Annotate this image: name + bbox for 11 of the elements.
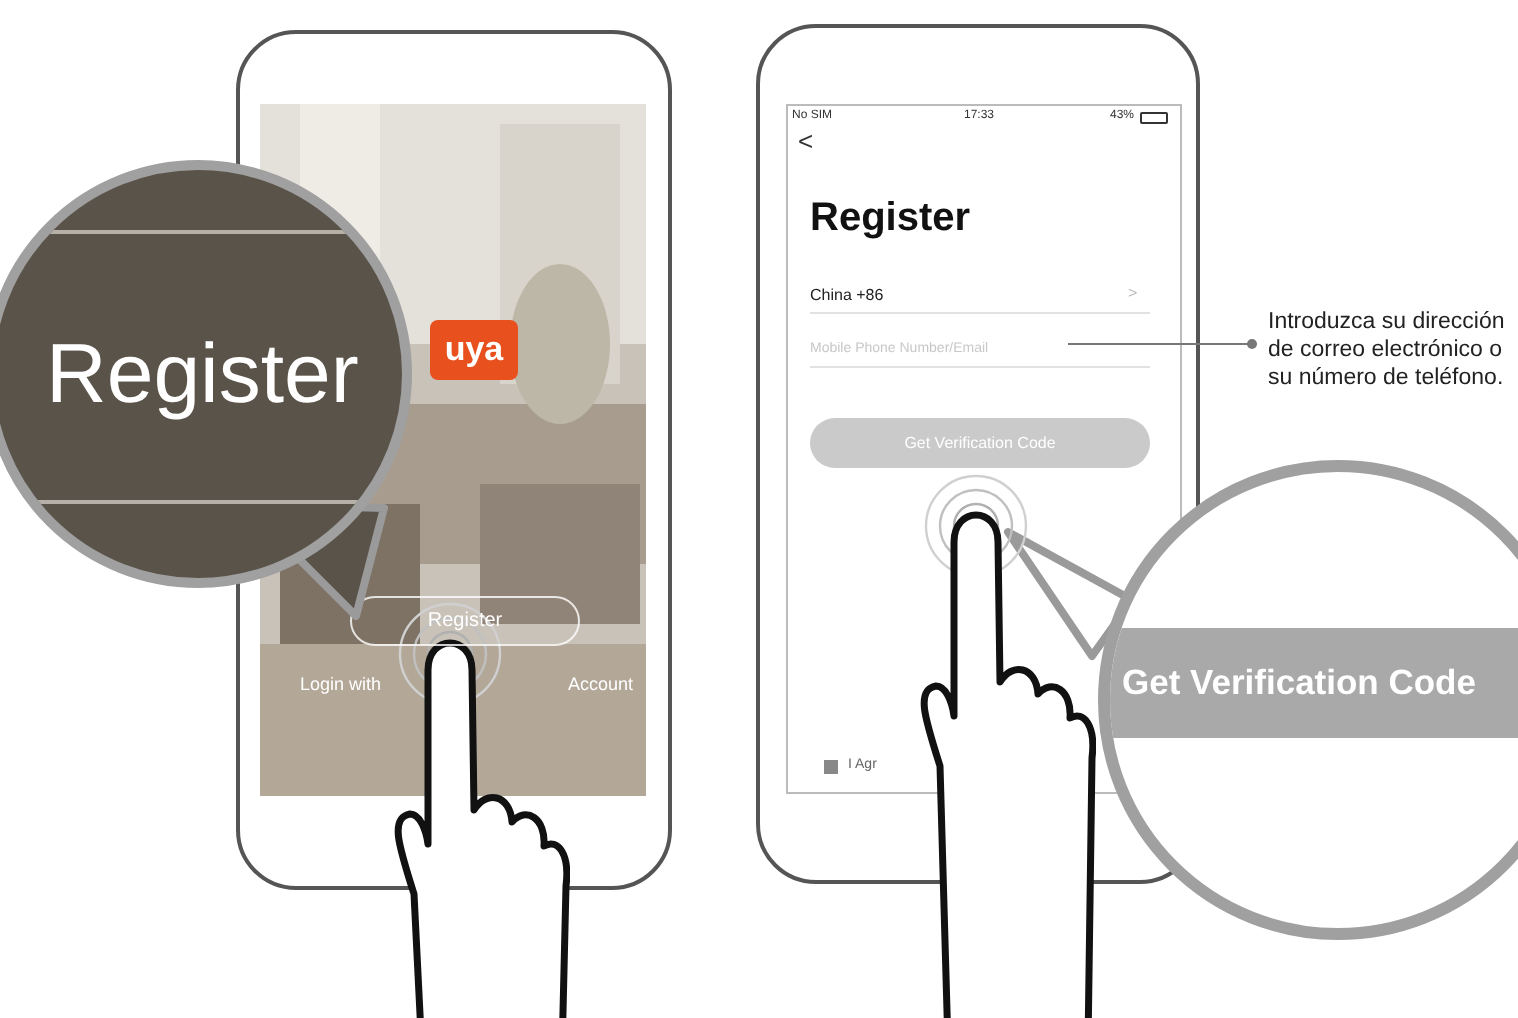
page-title: Register: [810, 198, 971, 238]
battery-icon: [1140, 112, 1168, 124]
magnified-label: Register: [46, 332, 359, 416]
app-logo: uya: [430, 320, 518, 380]
checkbox[interactable]: [824, 760, 838, 774]
back-button[interactable]: <: [798, 128, 814, 154]
chevron-text: >: [1128, 282, 1138, 306]
magnified-label: Get Verification Code: [1122, 660, 1476, 707]
login-text[interactable]: Login with: [300, 672, 382, 699]
callout-text: Introduzca su dirección de correo electrónico o su número de teléfono.: [1268, 308, 1507, 392]
login-text[interactable]: Account: [568, 672, 634, 699]
